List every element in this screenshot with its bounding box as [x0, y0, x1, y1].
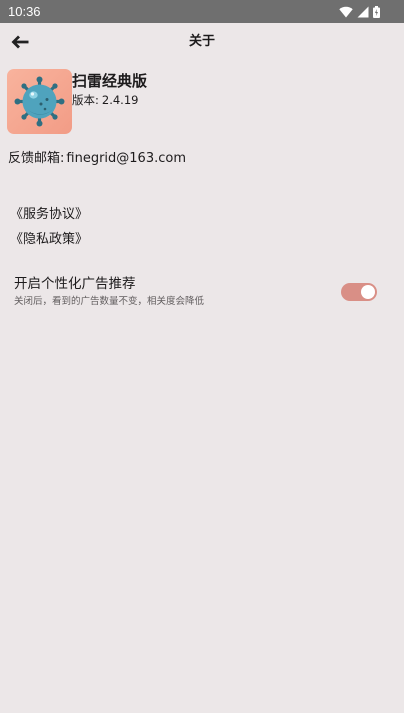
feedback-value: finegrid@163.com — [66, 151, 186, 166]
feedback-label: 反馈邮箱: — [8, 151, 65, 166]
app-name: 扫雷经典版 — [72, 72, 148, 90]
service-agreement-link[interactable]: 《服务协议》 — [10, 206, 88, 223]
status-bar: 10:36 — [0, 0, 404, 23]
mine-icon — [14, 76, 65, 127]
privacy-policy-link[interactable]: 《隐私政策》 — [10, 231, 88, 248]
version-value: 2.4.19 — [101, 93, 139, 107]
app-icon — [7, 69, 72, 134]
battery-icon — [373, 5, 380, 18]
version-label: 版本: — [72, 93, 99, 107]
app-version: 版本: 2.4.19 — [72, 93, 138, 107]
status-time: 10:36 — [8, 4, 41, 19]
page-title: 关于 — [188, 34, 215, 49]
personalized-ads-toggle[interactable] — [341, 283, 377, 301]
status-icons — [339, 4, 380, 19]
feedback-email: 反馈邮箱: finegrid@163.com — [8, 150, 186, 167]
personalized-ads-description: 关闭后，看到的广告数量不变，相关度会降低 — [14, 296, 205, 307]
app-bar: 关于 — [0, 23, 404, 63]
wifi-icon — [339, 6, 353, 18]
signal-icon — [357, 6, 369, 18]
toggle-knob — [361, 285, 375, 299]
personalized-ads-title: 开启个性化广告推荐 — [14, 276, 136, 292]
